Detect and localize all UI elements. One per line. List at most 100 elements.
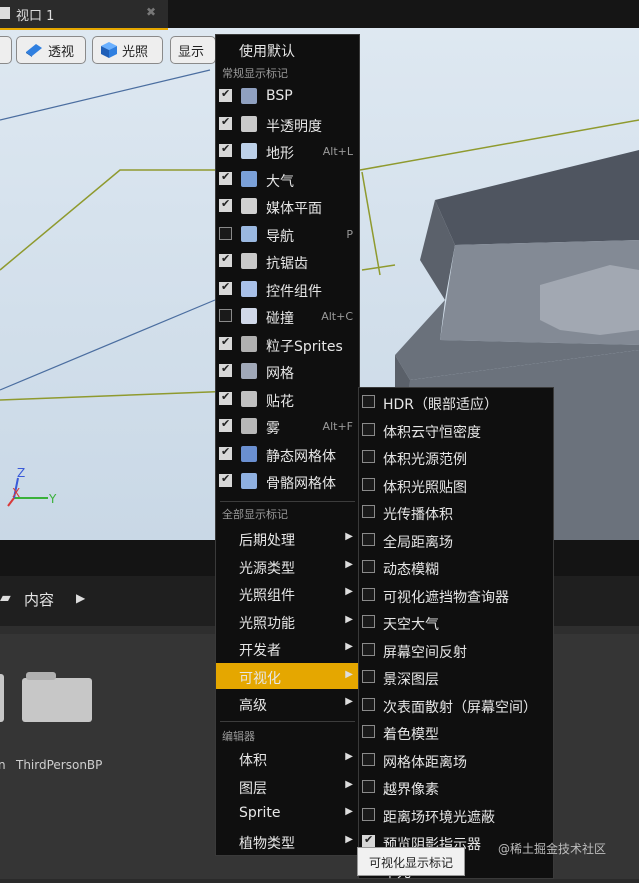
menu-item-label: 植物类型 [239, 835, 295, 852]
checkbox[interactable] [362, 642, 375, 656]
menu-item-visualize[interactable]: 光传播体积 [359, 499, 553, 525]
section-header-editor: 编辑器 [222, 730, 255, 743]
menu-item-visualize[interactable]: 天空大气 [359, 609, 553, 635]
menu-item-label: 媒体平面 [266, 201, 322, 217]
checkbox[interactable] [219, 252, 232, 267]
close-icon[interactable]: ✖ [146, 5, 156, 19]
menu-item-submenu[interactable]: 后期处理 ▶ [216, 525, 359, 551]
checkbox[interactable] [362, 587, 375, 601]
checkbox[interactable] [362, 395, 375, 408]
checkbox[interactable] [362, 752, 375, 766]
checkbox[interactable] [362, 807, 375, 821]
menu-item-common[interactable]: 网格 [216, 358, 359, 384]
checkbox[interactable] [219, 309, 232, 322]
checkbox[interactable] [219, 87, 232, 102]
menu-item-visualize[interactable]: 体积云守恒密度 [359, 417, 553, 443]
content-tab-label[interactable]: 内容 [24, 589, 54, 610]
menu-item-common[interactable]: 媒体平面 [216, 193, 359, 219]
menu-item-submenu[interactable]: 开发者 ▶ [216, 635, 359, 661]
visualize-submenu: HDR（眼部适应） 体积云守恒密度体积光源范例 体积光照贴图 光传播体积 全局距离场 动态… [358, 387, 554, 881]
chevron-right-icon: ▶ [345, 613, 353, 625]
menu-item-visualize[interactable]: 次表面散射（屏幕空间） [359, 692, 553, 718]
menu-item-submenu[interactable]: 光源类型 ▶ [216, 553, 359, 579]
checkbox[interactable] [362, 725, 375, 738]
menu-item-common[interactable]: 雾 Alt+F [216, 413, 359, 439]
menu-item-submenu[interactable]: 高级 ▶ [216, 690, 359, 716]
menu-item-editor[interactable]: Sprite ▶ [216, 800, 359, 826]
folder-icon[interactable] [0, 674, 4, 722]
checkbox[interactable] [219, 445, 232, 460]
menu-item-common[interactable]: 骨骼网格体 [216, 468, 359, 494]
menu-item-visualize[interactable]: 网格体距离场 [359, 747, 553, 773]
menu-item-visualize[interactable]: 可视化遮挡物查询器 [359, 582, 553, 608]
menu-item-label: 屏幕空间反射 [383, 644, 467, 661]
checkbox[interactable] [219, 115, 232, 130]
checkbox[interactable] [362, 670, 375, 683]
checkbox[interactable] [362, 780, 375, 793]
viewport-tab[interactable]: 视口 1 ✖ [0, 0, 168, 30]
menu-item-submenu[interactable]: 可视化 ▶ [216, 662, 359, 689]
menu-item-common[interactable]: 导航 P [216, 221, 359, 247]
menu-item-submenu[interactable]: 光照功能 ▶ [216, 608, 359, 634]
menu-item-visualize[interactable]: 体积光源范例 [359, 444, 553, 470]
menu-item-visualize[interactable]: 动态模糊 [359, 554, 553, 580]
menu-item-visualize[interactable]: 距离场环境光遮蔽 [359, 802, 553, 828]
chevron-right-icon[interactable]: ▶ [76, 591, 85, 605]
lighting-button[interactable]: 光照 [92, 36, 163, 64]
menu-item-label: 体积云守恒密度 [383, 424, 481, 441]
checkbox[interactable] [219, 280, 232, 295]
checkbox[interactable] [219, 390, 232, 405]
menu-item-common[interactable]: 抗锯齿 [216, 248, 359, 274]
menu-item-common[interactable]: 半透明度 [216, 111, 359, 137]
show-button[interactable]: 显示 [170, 36, 216, 64]
checkbox[interactable] [219, 226, 232, 240]
menu-item-common[interactable]: 大气 [216, 166, 359, 192]
menu-item-visualize[interactable]: 体积光照贴图 [359, 472, 553, 498]
menu-item-use-defaults[interactable]: 使用默认 [216, 36, 359, 62]
checkbox[interactable] [219, 142, 232, 157]
menu-item-common[interactable]: 控件组件 [216, 276, 359, 302]
menu-item-submenu[interactable]: 光照组件 ▶ [216, 580, 359, 606]
checkbox[interactable] [362, 505, 375, 518]
checkbox[interactable] [219, 362, 232, 377]
menu-item-visualize[interactable]: 越界像素 [359, 774, 553, 800]
checkbox[interactable] [219, 472, 232, 487]
checkbox[interactable] [219, 335, 232, 350]
folder-name[interactable]: ThirdPersonBP [16, 758, 102, 772]
menu-item-editor[interactable]: 图层 ▶ [216, 773, 359, 799]
section-header-common: 常规显示标记 [222, 67, 288, 80]
checkbox[interactable] [362, 532, 375, 546]
viewport-options-button[interactable] [0, 36, 12, 64]
menu-item-common[interactable]: 粒子Sprites [216, 331, 359, 357]
tooltip: 可视化显示标记 [357, 847, 465, 876]
menu-item-common[interactable]: 贴花 [216, 386, 359, 412]
menu-item-common[interactable]: 碰撞 Alt+C [216, 303, 359, 329]
menu-item-visualize[interactable]: 屏幕空间反射 [359, 637, 553, 663]
menu-item-label: 地形 [266, 146, 294, 162]
checkbox[interactable] [219, 197, 232, 212]
menu-item-label: 雾 [266, 421, 280, 437]
menu-item-editor[interactable]: 体积 ▶ [216, 745, 359, 771]
perspective-icon [26, 44, 42, 57]
checkbox[interactable] [362, 450, 375, 463]
menu-item-visualize[interactable]: 景深图层 [359, 664, 553, 690]
checkbox[interactable] [219, 417, 232, 432]
checkbox[interactable] [362, 615, 375, 628]
folder-icon[interactable] [22, 678, 92, 722]
checkbox[interactable] [362, 560, 375, 573]
lighting-label: 光照 [122, 44, 149, 60]
menu-item-common[interactable]: 静态网格体 [216, 441, 359, 467]
menu-item-visualize[interactable]: 全局距离场 [359, 527, 553, 553]
menu-item-visualize[interactable]: HDR（眼部适应） [359, 389, 553, 415]
menu-item-common[interactable]: BSP [216, 83, 359, 109]
checkbox[interactable] [219, 170, 232, 185]
checkbox[interactable] [362, 477, 375, 491]
menu-item-common[interactable]: 地形 Alt+L [216, 138, 359, 164]
perspective-button[interactable]: 透视 [16, 36, 86, 64]
show-label: 显示 [178, 44, 205, 60]
menu-item-visualize[interactable]: 着色模型 [359, 719, 553, 745]
menu-item-editor[interactable]: 植物类型 ▶ [216, 828, 359, 854]
checkbox[interactable] [362, 697, 375, 711]
chevron-right-icon: ▶ [345, 668, 353, 680]
checkbox[interactable] [362, 422, 375, 436]
